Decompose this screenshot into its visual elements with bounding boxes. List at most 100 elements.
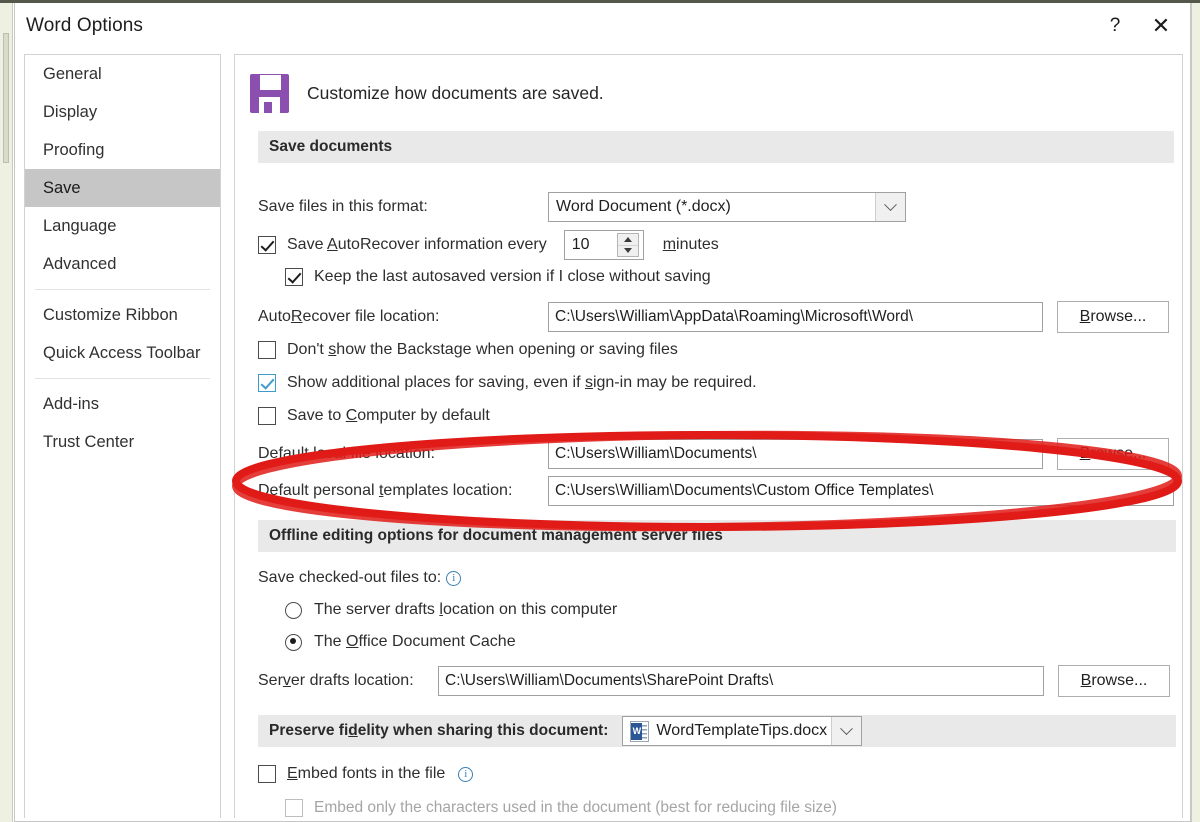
keep-last-autosaved-row: Keep the last autosaved version if I clo… — [285, 268, 711, 286]
dont-show-backstage-label: Don't show the Backstage when opening or… — [287, 341, 678, 358]
default-local-location-label: Default local file location: — [258, 445, 435, 462]
sidebar-separator — [35, 378, 210, 379]
section-header-preserve-fidelity: Preserve fidelity when sharing this docu… — [258, 715, 1176, 747]
autorecover-minutes-stepper[interactable]: 10 — [563, 230, 644, 260]
radio-office-cache-label: The Office Document Cache — [314, 633, 516, 650]
stepper-up-icon[interactable] — [618, 234, 638, 245]
autorecover-checkbox[interactable] — [258, 236, 276, 254]
embed-characters-checkbox — [285, 799, 303, 817]
word-options-dialog: Word Options ? ✕ General Display Proofin… — [14, 3, 1191, 822]
info-icon[interactable]: i — [458, 766, 474, 782]
embed-characters-label: Embed only the characters used in the do… — [314, 799, 837, 816]
show-additional-places-label: Show additional places for saving, even … — [287, 374, 757, 391]
sidebar-item-label: Trust Center — [43, 432, 135, 451]
embed-fonts-row: Embed fonts in the file i — [258, 765, 474, 783]
stepper-buttons[interactable] — [616, 233, 639, 257]
sidebar-item-trust-center[interactable]: Trust Center — [25, 423, 220, 461]
save-format-row: Save files in this format: Word Document… — [258, 192, 906, 222]
background-window-left-sliver — [0, 3, 13, 822]
show-additional-places-row: Show additional places for saving, even … — [258, 374, 757, 392]
sidebar-item-quick-access-toolbar[interactable]: Quick Access Toolbar — [25, 334, 220, 372]
screen: Word Options ? ✕ General Display Proofin… — [0, 0, 1200, 822]
page-title: Word Options — [26, 15, 144, 36]
radio-office-cache[interactable] — [285, 633, 302, 651]
preserve-fidelity-document-combobox[interactable]: W WordTemplateTips.docx — [622, 716, 863, 746]
help-icon[interactable]: ? — [1092, 7, 1138, 45]
content-header: Customize how documents are saved. — [235, 55, 1182, 131]
stepper-down-icon[interactable] — [617, 244, 638, 257]
default-local-location-input[interactable]: C:\Users\William\Documents\ — [548, 439, 1043, 469]
browse-default-local-button[interactable]: Browse... — [1057, 438, 1169, 470]
titlebar-buttons: ? ✕ — [1092, 3, 1184, 49]
sidebar-item-save[interactable]: Save — [25, 169, 220, 207]
sidebar-item-label: Customize Ribbon — [43, 305, 178, 324]
section-header-save-documents: Save documents — [258, 131, 1174, 163]
sidebar-item-language[interactable]: Language — [25, 207, 220, 245]
sidebar-item-display[interactable]: Display — [25, 93, 220, 131]
radio-server-drafts-row[interactable]: The server drafts location on this compu… — [285, 601, 617, 619]
section-header-offline-editing: Offline editing options for document man… — [258, 520, 1176, 552]
keep-last-autosaved-label: Keep the last autosaved version if I clo… — [314, 268, 711, 285]
save-to-computer-checkbox[interactable] — [258, 407, 276, 425]
default-templates-location-input[interactable]: C:\Users\William\Documents\Custom Office… — [548, 476, 1174, 506]
autorecover-location-row: AutoRecover file location: C:\Users\Will… — [258, 301, 1169, 333]
radio-server-drafts[interactable] — [285, 601, 302, 619]
sidebar-item-advanced[interactable]: Advanced — [25, 245, 220, 283]
default-templates-location-value: C:\Users\William\Documents\Custom Office… — [555, 482, 934, 499]
save-to-computer-row: Save to Computer by default — [258, 407, 490, 425]
background-window-right-sliver — [1191, 3, 1200, 822]
radio-office-cache-row[interactable]: The Office Document Cache — [285, 633, 516, 651]
embed-fonts-checkbox[interactable] — [258, 765, 276, 783]
server-drafts-location-value: C:\Users\William\Documents\SharePoint Dr… — [445, 672, 774, 689]
server-drafts-location-label: Server drafts location: — [258, 672, 414, 689]
close-icon[interactable]: ✕ — [1138, 7, 1184, 45]
autorecover-minutes-value: 10 — [571, 236, 590, 253]
radio-server-drafts-label: The server drafts location on this compu… — [314, 601, 618, 618]
default-templates-location-label: Default personal templates location: — [258, 482, 513, 499]
sidebar-item-customize-ribbon[interactable]: Customize Ribbon — [25, 296, 220, 334]
dialog-titlebar: Word Options ? ✕ — [15, 3, 1190, 49]
server-drafts-location-input[interactable]: C:\Users\William\Documents\SharePoint Dr… — [438, 666, 1044, 696]
sidebar-item-general[interactable]: General — [25, 55, 220, 93]
autorecover-interval-row: Save AutoRecover information every 10 mi… — [258, 230, 719, 260]
browse-server-drafts-button[interactable]: Browse... — [1058, 665, 1170, 697]
dialog-body: General Display Proofing Save Language A… — [15, 49, 1192, 822]
dont-show-backstage-checkbox[interactable] — [258, 341, 276, 359]
keep-last-autosaved-checkbox[interactable] — [285, 268, 303, 286]
sidebar-item-label: Language — [43, 216, 117, 235]
show-additional-places-checkbox[interactable] — [258, 374, 276, 392]
server-drafts-location-row: Server drafts location: C:\Users\William… — [258, 665, 1170, 697]
dont-show-backstage-row: Don't show the Backstage when opening or… — [258, 341, 678, 359]
sidebar-item-label: Proofing — [43, 140, 105, 159]
autorecover-location-input[interactable]: C:\Users\William\AppData\Roaming\Microso… — [548, 302, 1043, 332]
chevron-down-icon[interactable] — [875, 193, 905, 221]
word-document-icon: W — [630, 720, 650, 742]
floppy-save-icon — [250, 73, 289, 113]
content-header-text: Customize how documents are saved. — [307, 82, 604, 103]
autorecover-location-value: C:\Users\William\AppData\Roaming\Microso… — [555, 308, 914, 325]
chevron-down-icon[interactable] — [831, 717, 862, 745]
background-scrollbar-thumb[interactable] — [3, 33, 9, 163]
save-format-combobox[interactable]: Word Document (*.docx) — [548, 192, 906, 222]
sidebar-separator — [35, 289, 210, 290]
info-icon[interactable]: i — [446, 570, 462, 586]
sidebar-item-label: Save — [43, 178, 81, 197]
sidebar-item-proofing[interactable]: Proofing — [25, 131, 220, 169]
default-local-location-row: Default local file location: C:\Users\Wi… — [258, 438, 1169, 470]
browse-autorecover-button[interactable]: Browse... — [1057, 301, 1169, 333]
minutes-label: minutes — [662, 236, 719, 253]
autorecover-checkbox-label: Save AutoRecover information every — [287, 236, 547, 253]
sidebar-item-label: Add-ins — [43, 394, 99, 413]
save-format-value: Word Document (*.docx) — [556, 198, 731, 215]
sidebar-item-label: Advanced — [43, 254, 117, 273]
save-checked-out-label: Save checked-out files to: — [258, 569, 442, 586]
preserve-fidelity-document-value: WordTemplateTips.docx — [656, 722, 828, 739]
autorecover-location-label: AutoRecover file location: — [258, 308, 440, 325]
sidebar-item-add-ins[interactable]: Add-ins — [25, 385, 220, 423]
options-content-pane: Customize how documents are saved. Save … — [234, 54, 1183, 818]
save-to-computer-label: Save to Computer by default — [287, 407, 490, 424]
embed-fonts-label: Embed fonts in the file — [287, 765, 446, 782]
save-checked-out-row: Save checked-out files to: i — [258, 569, 462, 587]
save-format-label: Save files in this format: — [258, 198, 428, 215]
default-local-location-value: C:\Users\William\Documents\ — [555, 445, 757, 462]
